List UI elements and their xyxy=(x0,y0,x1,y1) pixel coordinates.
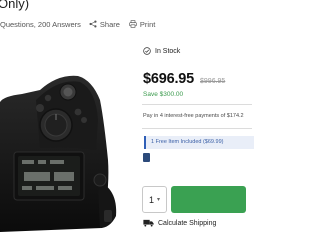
share-button[interactable]: Share xyxy=(89,20,120,29)
quantity-select[interactable]: 1 ▾ xyxy=(142,186,167,213)
free-item-thumbnail xyxy=(143,153,150,162)
add-to-cart-button[interactable] xyxy=(171,186,246,213)
price-row: $696.95 $996.95 xyxy=(143,71,225,87)
stock-status: In Stock xyxy=(143,47,180,55)
qa-count-link[interactable]: Questions, 200 Answers xyxy=(0,20,81,29)
original-price: $996.95 xyxy=(200,78,226,85)
printer-icon xyxy=(129,20,137,28)
share-icon xyxy=(89,20,97,28)
divider xyxy=(142,104,252,105)
current-price: $696.95 xyxy=(143,71,195,87)
product-meta-row: Questions, 200 Answers Share Print xyxy=(0,18,164,30)
calculate-shipping-link[interactable]: Calculate Shipping xyxy=(143,219,216,227)
check-circle-icon xyxy=(143,47,151,55)
savings-text: Save $300.00 xyxy=(143,91,184,98)
chevron-down-icon: ▾ xyxy=(157,197,161,203)
installments-text[interactable]: Pay in 4 interest-free payments of $174.… xyxy=(143,113,244,119)
free-item-banner[interactable]: 1 Free Item Included ($69.99) xyxy=(144,136,254,149)
divider xyxy=(142,128,252,129)
product-image[interactable] xyxy=(0,60,124,232)
quantity-value: 1 xyxy=(148,194,154,205)
print-label: Print xyxy=(139,19,156,29)
calculate-shipping-label: Calculate Shipping xyxy=(158,219,217,227)
product-title: Only) xyxy=(0,0,30,11)
print-button[interactable]: Print xyxy=(129,20,155,29)
share-label: Share xyxy=(99,19,120,29)
stock-status-label: In Stock xyxy=(155,47,181,55)
truck-icon xyxy=(143,219,154,227)
